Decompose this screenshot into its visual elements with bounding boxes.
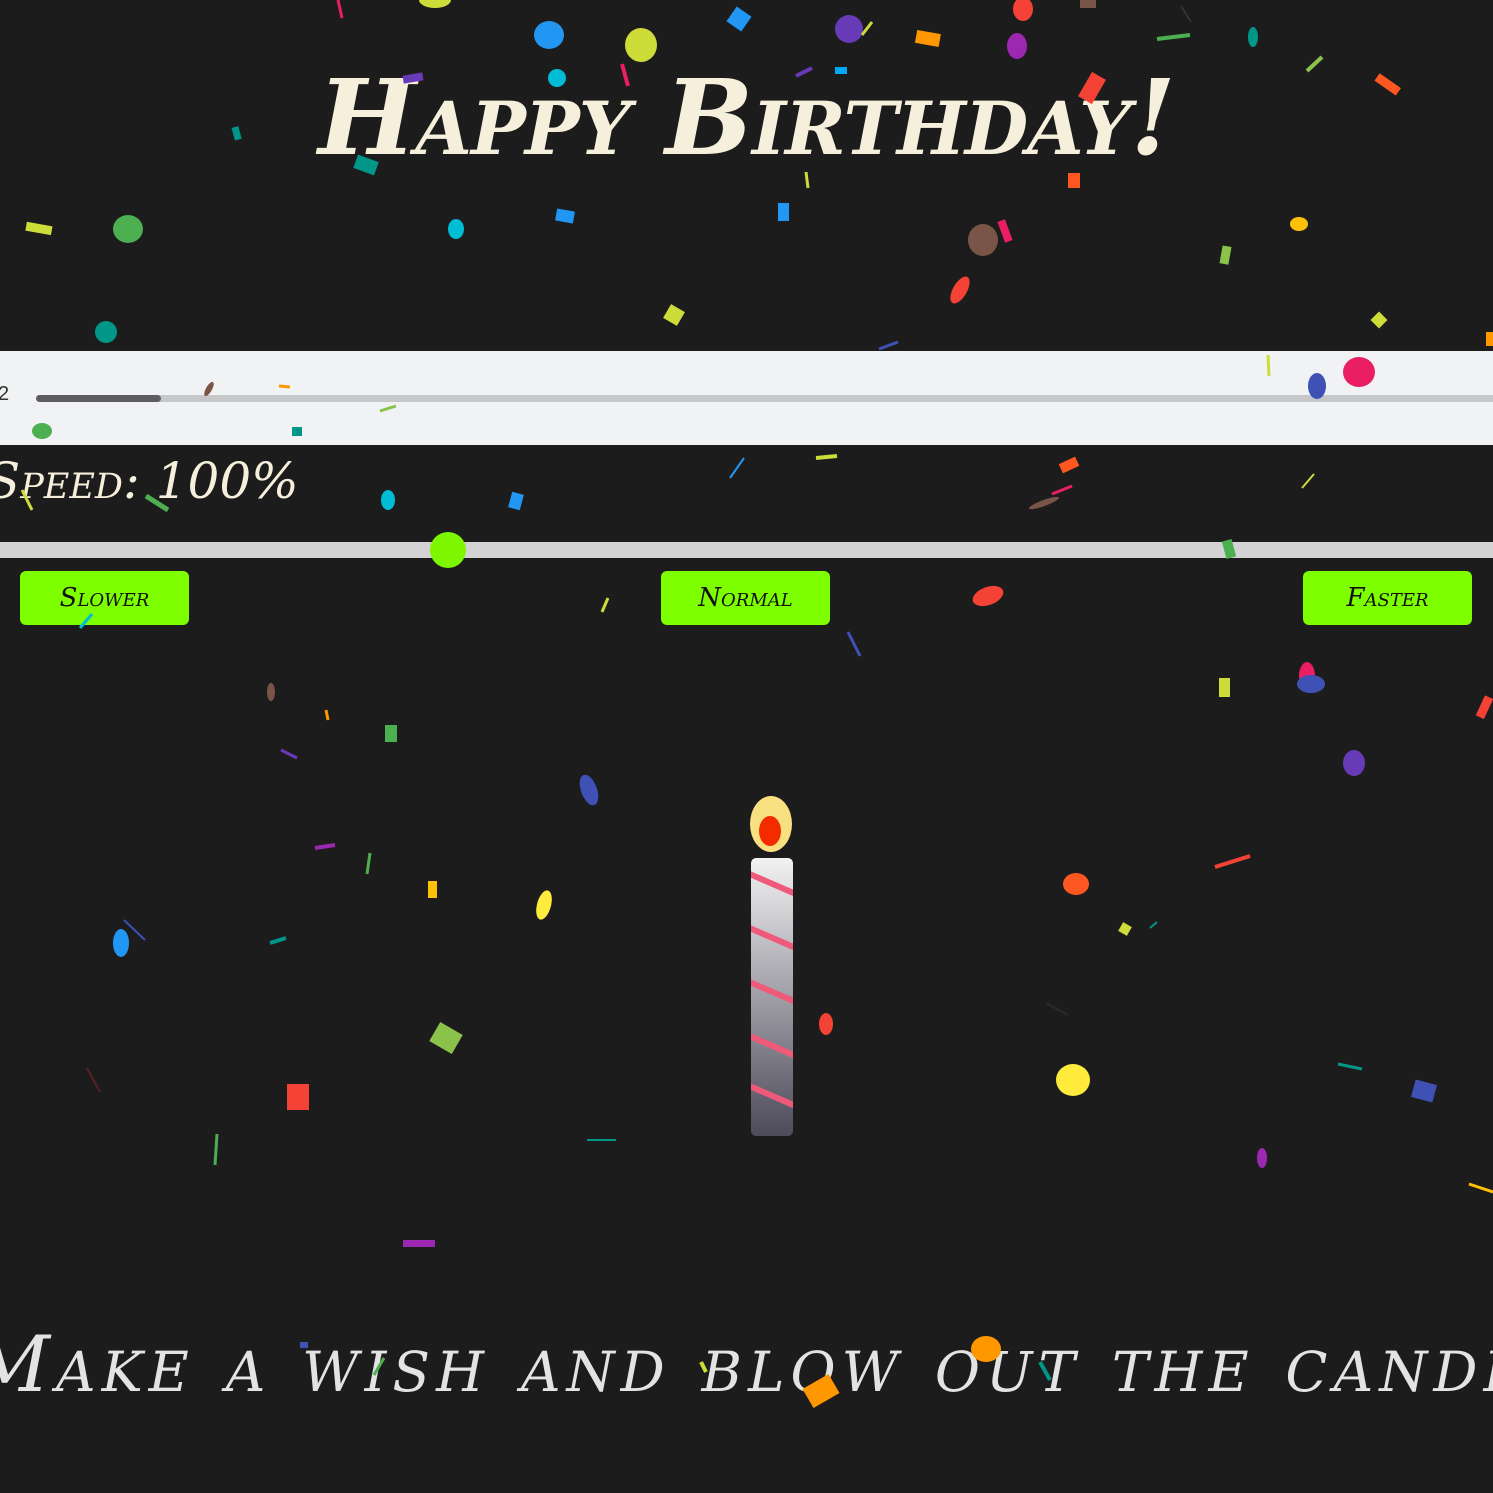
player-time: 2	[0, 383, 10, 405]
candle-flame-core	[759, 816, 781, 846]
audio-progress-fill	[36, 395, 161, 402]
normal-button[interactable]: Normal	[661, 571, 830, 625]
speed-label: Speed: 100%	[0, 452, 299, 510]
speed-slider-thumb[interactable]	[429, 532, 466, 568]
slower-button[interactable]: Slower	[20, 571, 189, 625]
birthday-page: Happy Birthday! 2 Speed: 100% Slower Nor…	[0, 0, 1493, 1493]
speed-slider[interactable]	[0, 532, 1493, 568]
audio-progress-bar[interactable]	[36, 395, 1493, 402]
candle[interactable]	[745, 795, 801, 1140]
page-title: Happy Birthday!	[318, 56, 1176, 179]
confetti	[20, 0, 1493, 1409]
faster-button[interactable]: Faster	[1303, 571, 1472, 625]
wish-message: Make a wish and blow out the candle	[0, 1320, 1493, 1410]
